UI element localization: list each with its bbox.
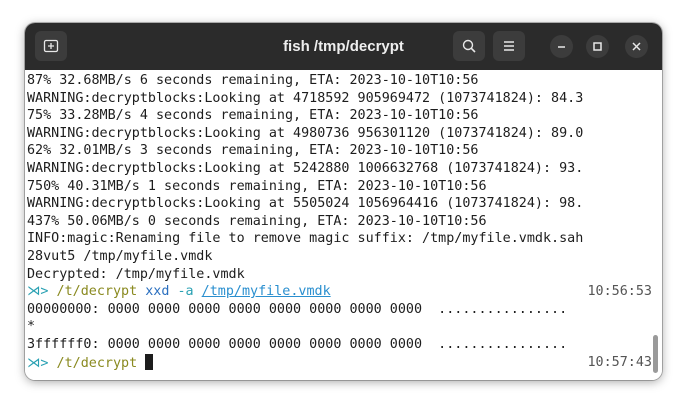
scrollbar[interactable] — [653, 335, 658, 373]
prompt-line: ⋊> /t/decrypt xxd -a /tmp/myfile.vmdk 10:… — [27, 283, 652, 301]
title-bar[interactable]: fish /tmp/decrypt — [25, 23, 662, 70]
prompt-directory: /t/decrypt — [56, 355, 138, 371]
close-button[interactable] — [625, 35, 648, 58]
minimize-icon — [558, 46, 565, 48]
prompt-arrow: ⋊> — [27, 355, 49, 371]
output-line: WARNING:decryptblocks:Looking at 5242880… — [27, 160, 584, 176]
prompt-arrow: ⋊> — [27, 284, 49, 300]
close-icon — [632, 42, 641, 51]
search-button[interactable] — [453, 31, 485, 61]
output-line: WARNING:decryptblocks:Looking at 4980736… — [27, 125, 584, 141]
prompt-line[interactable]: ⋊> /t/decrypt 10:57:43 — [27, 353, 653, 372]
output-line: 62% 32.01MB/s 3 seconds remaining, ETA: … — [27, 143, 479, 159]
output-line: INFO:magic:Renaming file to remove magic… — [27, 231, 584, 247]
output-line: 28vut5 /tmp/myfile.vmdk — [27, 248, 213, 264]
menu-button[interactable] — [493, 31, 525, 61]
terminal-window: fish /tmp/decrypt 87% 32.68MB/s 6 second… — [25, 23, 662, 380]
text-cursor — [145, 353, 154, 370]
maximize-icon — [593, 42, 602, 51]
prompt-directory: /t/decrypt — [56, 284, 138, 300]
maximize-button[interactable] — [586, 35, 609, 58]
output-line: 437% 50.06MB/s 0 seconds remaining, ETA:… — [27, 213, 487, 229]
hexdump-line: 3ffffff0: 0000 0000 0000 0000 0000 0000 … — [27, 336, 568, 352]
new-tab-icon — [43, 39, 59, 53]
hamburger-menu-icon — [504, 41, 514, 51]
new-tab-button[interactable] — [35, 31, 67, 61]
output-line: 87% 32.68MB/s 6 seconds remaining, ETA: … — [27, 73, 479, 88]
command-flag: -a — [177, 284, 194, 300]
prompt-timestamp: 10:57:43 — [587, 354, 653, 370]
hexdump-line: * — [27, 319, 36, 335]
minimize-button[interactable] — [550, 35, 573, 58]
terminal-area[interactable]: 87% 32.68MB/s 6 seconds remaining, ETA: … — [25, 70, 662, 380]
output-line: 750% 40.31MB/s 1 seconds remaining, ETA:… — [27, 178, 487, 194]
output-line: Decrypted: /tmp/myfile.vmdk — [27, 266, 245, 282]
output-line: 75% 33.28MB/s 4 seconds remaining, ETA: … — [27, 108, 479, 124]
output-line: WARNING:decryptblocks:Looking at 4718592… — [27, 90, 584, 106]
terminal-lines: 87% 32.68MB/s 6 seconds remaining, ETA: … — [27, 72, 652, 371]
command-path: /tmp/myfile.vmdk — [201, 284, 331, 300]
search-icon — [462, 39, 476, 53]
prompt-timestamp: 10:56:53 — [587, 284, 653, 300]
output-line: WARNING:decryptblocks:Looking at 5505024… — [27, 196, 584, 212]
hexdump-line: 00000000: 0000 0000 0000 0000 0000 0000 … — [27, 301, 568, 317]
command-name: xxd — [145, 284, 170, 300]
